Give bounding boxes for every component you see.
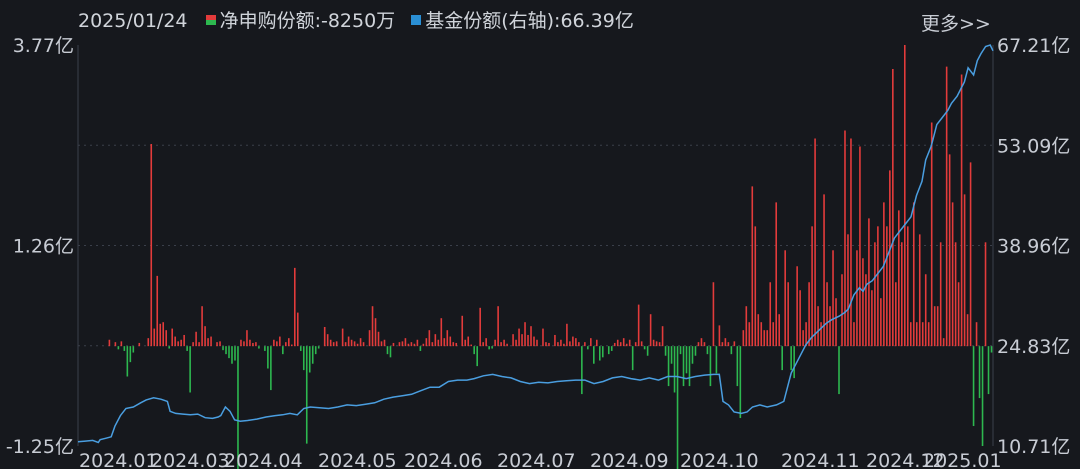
more-link[interactable]: 更多>> (921, 9, 991, 36)
x-tick-label: 2024.09 (590, 450, 669, 469)
fund-share-swatch-icon (411, 14, 422, 25)
net-subscription-swatch-icon (205, 14, 216, 25)
left-tick-label: 3.77亿 (13, 35, 74, 57)
right-tick-label: 53.09亿 (997, 135, 1070, 157)
x-tick-label: 2025.01 (923, 450, 1002, 469)
right-tick-label: 24.83亿 (997, 336, 1070, 358)
x-tick-label: 2024.04 (224, 450, 303, 469)
left-tick-label: -1.25亿 (6, 436, 74, 458)
x-tick-label: 2024.07 (497, 450, 576, 469)
fund-chart: 67.21亿 53.09亿 38.96亿 24.83亿 10.71亿 3.77亿 1.26亿… (0, 0, 1080, 469)
x-tick-label: 2024.10 (680, 450, 759, 469)
x-tick-label: 2024.11 (781, 450, 860, 469)
x-tick-label: 2024.05 (318, 450, 397, 469)
fund-share-line (77, 44, 994, 444)
x-tick-label: 2024.01 (79, 450, 158, 469)
right-tick-label: 10.71亿 (997, 436, 1070, 458)
x-tick-label: 2024.03 (151, 450, 230, 469)
left-tick-label: 1.26亿 (13, 236, 74, 258)
chart-canvas: 67.21亿 53.09亿 38.96亿 24.83亿 10.71亿 3.77亿 1.26亿… (6, 35, 1070, 469)
legend-date: 2025/01/24 (78, 10, 188, 32)
right-tick-label: 38.96亿 (997, 236, 1070, 258)
chart-legend: 2025/01/24 净申购份额:-8250万 基金份额(右轴):66.39亿 (78, 6, 634, 33)
legend-net-subscription: 净申购份额:-8250万 (219, 10, 396, 32)
legend-fund-share: 基金份额(右轴):66.39亿 (425, 10, 634, 32)
x-tick-label: 2024.06 (404, 450, 483, 469)
right-tick-label: 67.21亿 (997, 35, 1070, 57)
